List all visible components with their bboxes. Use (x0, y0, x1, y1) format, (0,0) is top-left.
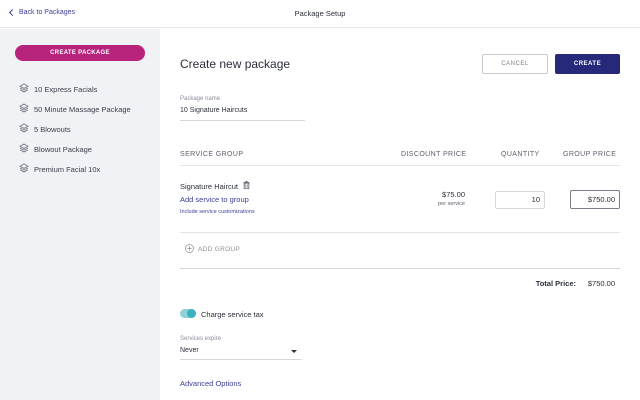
column-header-group-price: GROUP PRICE (563, 151, 617, 158)
sidebar-item-label: Blowout Package (34, 144, 92, 154)
charge-tax-label: Charge service tax (201, 310, 264, 319)
table-header-divider (180, 165, 620, 166)
discount-price-value: $75.00 (442, 190, 465, 199)
add-service-to-group-link[interactable]: Add service to group (180, 195, 249, 204)
charge-tax-toggle[interactable] (180, 309, 196, 318)
sidebar-item-label: 5 Blowouts (34, 124, 71, 134)
services-expire-value: Never (180, 347, 199, 354)
page-title: Create new package (180, 57, 291, 71)
sidebar-item-label: 50 Minute Massage Package (34, 104, 131, 114)
column-header-service-group: SERVICE GROUP (180, 151, 244, 158)
layers-icon (19, 83, 34, 95)
package-name-label: Package name (180, 96, 221, 102)
services-expire-select[interactable]: Never (180, 347, 302, 360)
layers-icon (19, 163, 34, 175)
group-price-input[interactable]: $750.00 (570, 190, 620, 209)
main-panel: Create new package CANCEL CREATE Package… (160, 29, 640, 400)
total-price-label: Total Price: (535, 279, 576, 288)
sidebar: CREATE PACKAGE 10 Express Facials 50 Minu… (0, 29, 160, 400)
column-header-quantity: QUANTITY (501, 151, 540, 158)
sidebar-item-package[interactable]: Blowout Package (19, 139, 131, 159)
add-group-button[interactable]: ADD GROUP (185, 244, 240, 255)
add-group-label: ADD GROUP (198, 246, 241, 253)
total-price-value: $750.00 (587, 279, 615, 288)
sidebar-item-package[interactable]: 50 Minute Massage Package (19, 99, 131, 119)
layers-icon (19, 123, 34, 135)
services-expire-label: Services expire (180, 336, 222, 342)
sidebar-item-package[interactable]: 10 Express Facials (19, 79, 131, 99)
top-bar: Back to Packages Package Setup (0, 0, 640, 28)
page-header-title: Package Setup (294, 9, 346, 18)
service-name: Signature Haircut (180, 181, 238, 191)
toggle-knob (187, 309, 196, 318)
include-customizations-link[interactable]: Include service customizations (180, 209, 255, 215)
sidebar-item-package[interactable]: 5 Blowouts (19, 119, 131, 139)
trash-icon[interactable] (243, 181, 250, 191)
plus-circle-icon (185, 244, 194, 255)
sidebar-item-label: Premium Facial 10x (34, 164, 101, 174)
quantity-input[interactable]: 10 (495, 191, 545, 209)
caret-down-icon (291, 350, 297, 353)
cancel-button[interactable]: CANCEL (482, 54, 548, 74)
total-divider (180, 268, 620, 269)
row-divider (180, 232, 620, 233)
sidebar-item-label: 10 Express Facials (34, 84, 98, 94)
create-button[interactable]: CREATE (555, 54, 620, 74)
service-group-row: Signature Haircut (180, 181, 250, 191)
sidebar-item-package[interactable]: Premium Facial 10x (19, 159, 131, 179)
per-service-label: per service (438, 201, 465, 207)
layers-icon (19, 103, 34, 115)
layers-icon (19, 143, 34, 155)
column-header-discount-price: DISCOUNT PRICE (401, 151, 467, 158)
package-list: 10 Express Facials 50 Minute Massage Pack… (19, 79, 131, 179)
create-package-button[interactable]: CREATE PACKAGE (15, 45, 145, 61)
package-name-input[interactable]: 10 Signature Haircuts (180, 107, 305, 121)
advanced-options-link[interactable]: Advanced Options (180, 379, 241, 388)
